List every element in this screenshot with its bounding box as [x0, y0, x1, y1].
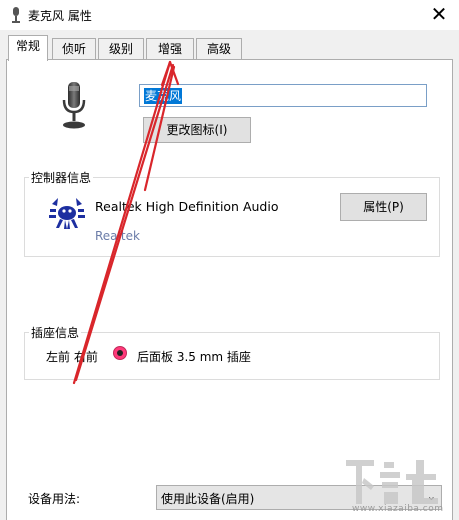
jack-description: 后面板 3.5 mm 插座	[137, 350, 251, 364]
jack-info-title: 插座信息	[29, 324, 82, 341]
device-usage-value: 使用此设备(启用)	[161, 492, 255, 506]
controller-info-title: 控制器信息	[29, 169, 94, 186]
tab-levels[interactable]: 级别	[98, 38, 144, 59]
microphone-icon	[62, 82, 86, 129]
controller-properties-button[interactable]: 属性(P)	[340, 193, 427, 221]
microphone-title-icon	[12, 7, 20, 23]
controller-vendor: Realtek	[95, 229, 140, 243]
device-name-input[interactable]: 麦克风	[139, 84, 427, 107]
device-usage-label: 设备用法:	[28, 492, 81, 506]
jack-position: 左前 右前	[46, 350, 98, 364]
controller-name: Realtek High Definition Audio	[95, 199, 279, 214]
device-name-value: 麦克风	[144, 88, 183, 104]
jack-color-indicator	[113, 346, 127, 360]
tab-advanced[interactable]: 高级	[196, 38, 242, 59]
tab-strip: 常规 侦听 级别 增强 高级	[0, 30, 459, 61]
tab-general[interactable]: 常规	[8, 35, 48, 61]
title-bar: 麦克风 属性 ✕	[0, 0, 459, 30]
tab-enhancements[interactable]: 增强	[146, 38, 194, 59]
change-icon-button[interactable]: 更改图标(I)	[143, 117, 251, 143]
realtek-crab-logo-icon	[49, 198, 85, 229]
tab-listen[interactable]: 侦听	[52, 38, 96, 59]
window-title: 麦克风 属性	[28, 9, 92, 23]
close-icon[interactable]: ✕	[427, 2, 451, 26]
watermark-url: www.xiazaiba.com	[352, 504, 444, 514]
